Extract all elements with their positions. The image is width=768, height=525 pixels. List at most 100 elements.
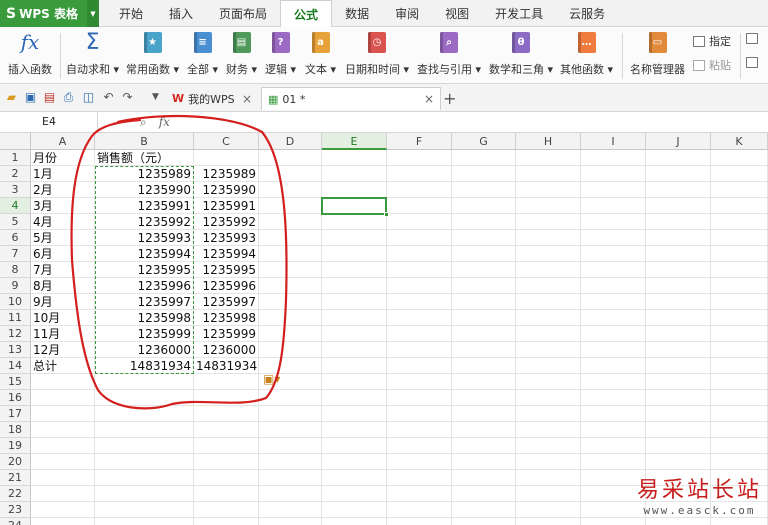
print-icon[interactable]: ⎙ [61,90,76,105]
row-header[interactable]: 15 [0,374,31,390]
sales-cell[interactable]: 1235997 [95,294,194,310]
specify-button[interactable]: 指定 [693,33,731,49]
cell[interactable] [95,390,194,406]
month-cell[interactable]: 10月 [31,310,95,326]
copied-sales-cell[interactable]: 1235992 [194,214,259,230]
cell[interactable] [516,422,581,438]
month-cell[interactable]: 8月 [31,278,95,294]
row-header[interactable]: 19 [0,438,31,454]
cell[interactable] [387,230,452,246]
cell[interactable] [711,310,768,326]
tab-review[interactable]: 审阅 [382,0,432,27]
cell[interactable] [452,182,516,198]
cell[interactable] [95,454,194,470]
cell[interactable] [516,246,581,262]
cell[interactable] [516,214,581,230]
column-header-i[interactable]: I [581,133,646,150]
total-copied-cell[interactable]: 14831934 [194,358,259,374]
autosum-button[interactable]: Σ 自动求和 ▾ [66,29,119,81]
close-icon[interactable]: × [424,92,434,106]
name-manager-button[interactable]: ▭ 名称管理器 [630,29,685,81]
cell[interactable] [646,390,711,406]
cell[interactable] [646,246,711,262]
month-cell[interactable]: 3月 [31,198,95,214]
cell[interactable] [516,502,581,518]
open-folder-icon[interactable]: ▰ [4,90,19,105]
cell[interactable] [646,326,711,342]
sales-cell[interactable]: 1235992 [95,214,194,230]
worksheet-grid[interactable]: A B C D E F G H I J K 1 月份 销售额（元） 2 1月 1235989 1235989 3 2月… [0,133,768,525]
cell[interactable] [581,246,646,262]
cell[interactable] [452,518,516,525]
cell[interactable] [581,230,646,246]
cell[interactable] [259,326,322,342]
cell[interactable] [711,262,768,278]
sales-cell[interactable]: 1235991 [95,198,194,214]
row-header[interactable]: 17 [0,406,31,422]
cell[interactable] [581,294,646,310]
cell[interactable] [322,406,387,422]
cell[interactable] [646,454,711,470]
month-cell[interactable]: 4月 [31,214,95,230]
trace-dependents-button[interactable] [746,57,762,68]
sales-cell[interactable]: 1235996 [95,278,194,294]
cell[interactable] [322,342,387,358]
cell[interactable] [452,262,516,278]
cell[interactable] [711,518,768,525]
cell[interactable] [322,214,387,230]
cell[interactable] [516,326,581,342]
cell[interactable] [259,182,322,198]
cell[interactable] [259,422,322,438]
cell[interactable] [646,166,711,182]
cell[interactable] [452,246,516,262]
cell[interactable] [194,406,259,422]
column-header-f[interactable]: F [387,133,452,150]
row-header[interactable]: 13 [0,342,31,358]
row-header[interactable]: 1 [0,150,31,166]
cell[interactable] [387,326,452,342]
cell[interactable] [322,198,387,214]
cell[interactable] [387,342,452,358]
cell[interactable] [194,454,259,470]
cell[interactable] [259,406,322,422]
cell[interactable] [194,390,259,406]
cell[interactable] [711,214,768,230]
cell[interactable] [259,470,322,486]
copied-sales-cell[interactable]: 1235996 [194,278,259,294]
cell[interactable] [516,182,581,198]
cell[interactable] [581,262,646,278]
cell[interactable] [646,230,711,246]
customize-dropdown-icon[interactable]: ▼ [148,90,163,105]
cell[interactable] [387,374,452,390]
cell[interactable] [387,214,452,230]
cell[interactable] [581,406,646,422]
cell[interactable] [711,374,768,390]
cell[interactable] [581,518,646,525]
cell[interactable] [646,374,711,390]
cell[interactable] [95,422,194,438]
cell[interactable] [322,230,387,246]
sales-cell[interactable]: 1235993 [95,230,194,246]
cell[interactable] [259,390,322,406]
row-header[interactable]: 21 [0,470,31,486]
cell[interactable] [259,166,322,182]
cell[interactable] [387,310,452,326]
cell[interactable] [322,182,387,198]
cell[interactable] [322,502,387,518]
cell[interactable] [194,150,259,166]
cell[interactable] [95,502,194,518]
cell[interactable] [387,422,452,438]
cell[interactable] [646,278,711,294]
paste-name-button[interactable]: 粘贴 [693,57,731,73]
cell[interactable] [259,150,322,166]
cell[interactable] [387,486,452,502]
cell[interactable] [581,278,646,294]
cell[interactable] [194,486,259,502]
header-cell-month[interactable]: 月份 [31,150,95,166]
cell[interactable] [711,390,768,406]
column-header-b[interactable]: B [95,133,194,150]
cell[interactable] [646,182,711,198]
cell[interactable] [646,438,711,454]
cell[interactable] [711,278,768,294]
cell[interactable] [452,358,516,374]
